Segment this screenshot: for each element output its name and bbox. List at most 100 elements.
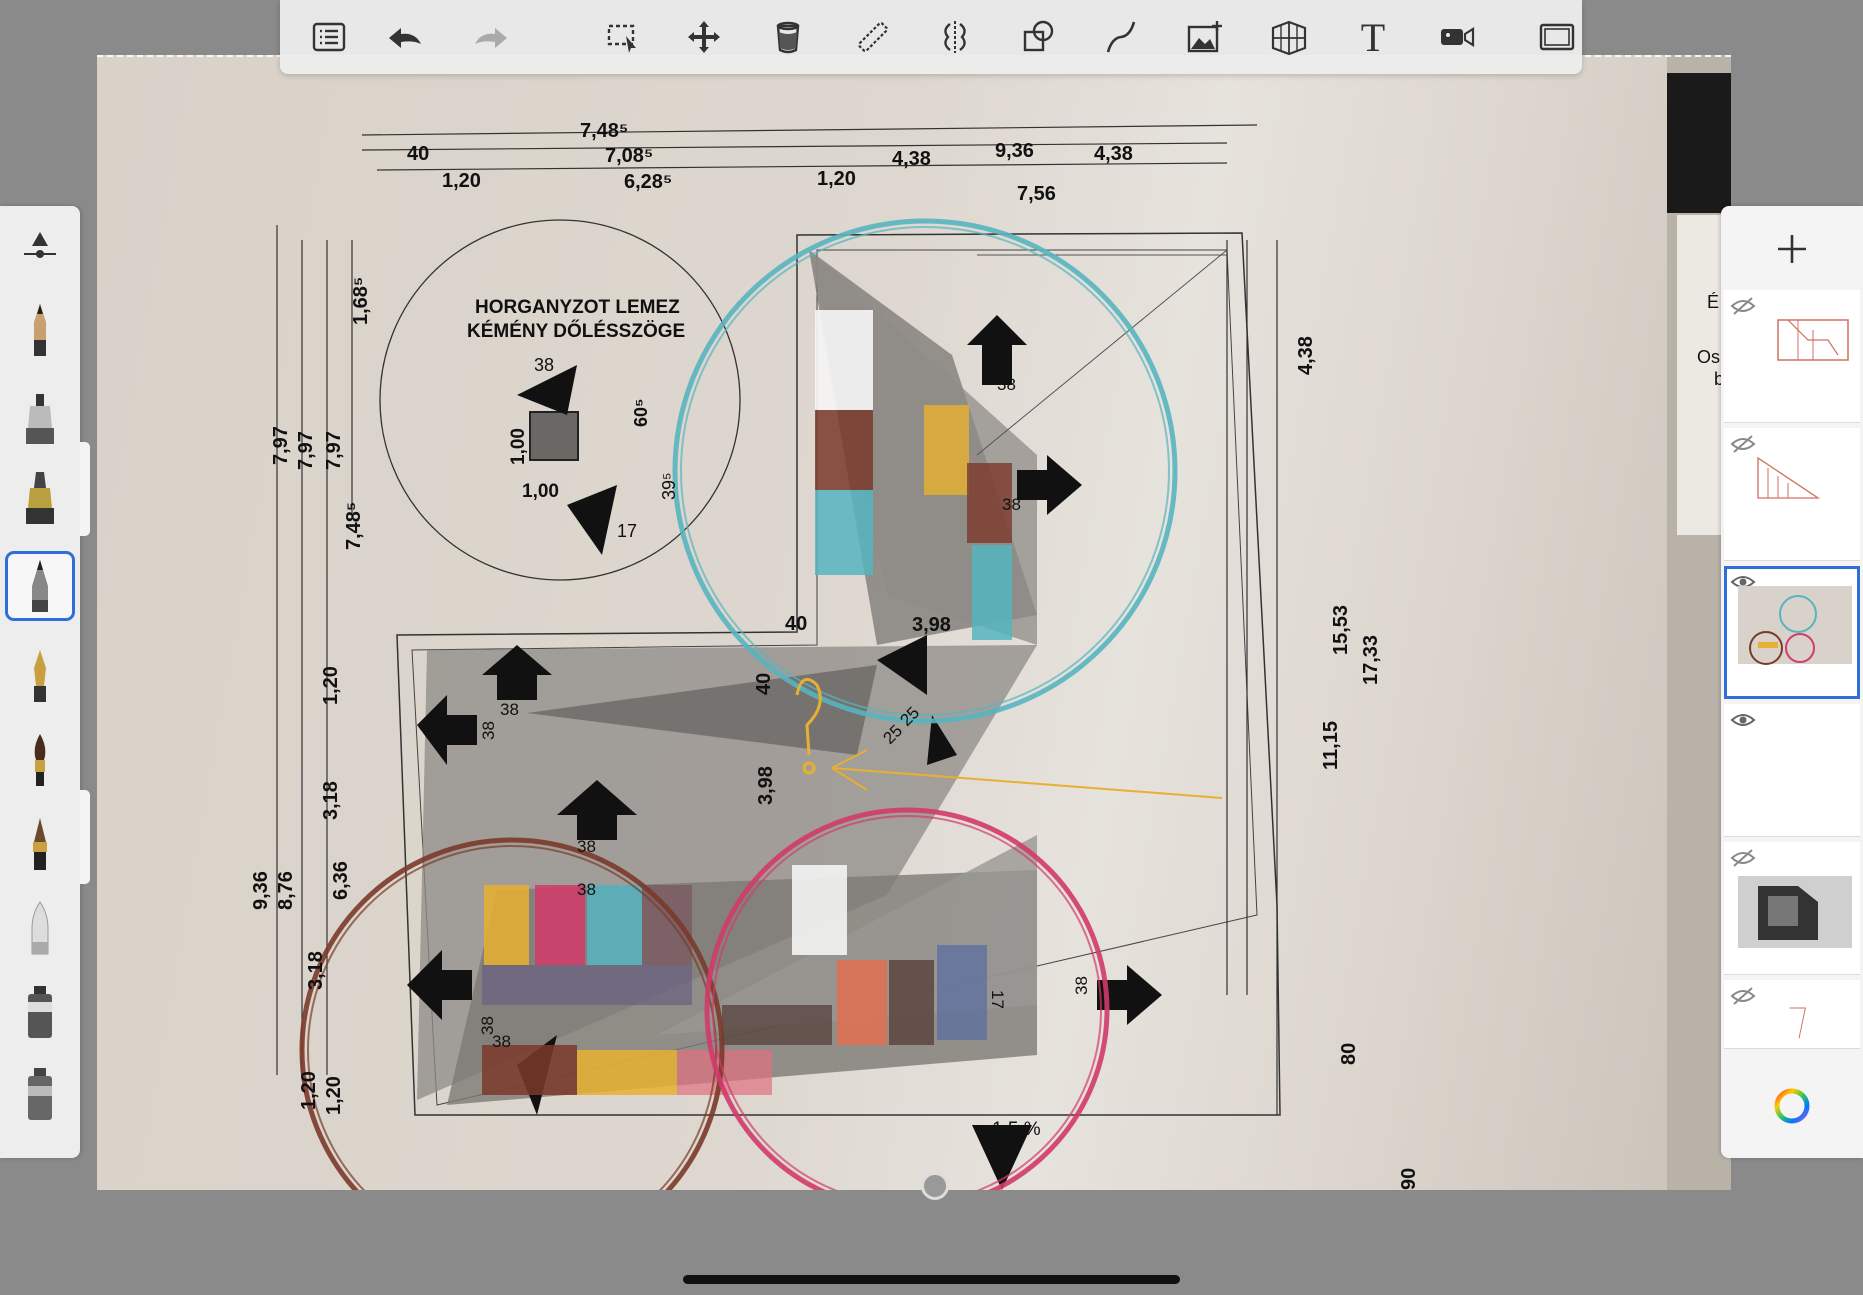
brush-size-control[interactable] — [8, 216, 72, 280]
curve-tool-button[interactable] — [1096, 12, 1146, 62]
dim-label: 38 — [577, 880, 596, 899]
eye-icon[interactable] — [1730, 710, 1756, 730]
side-text: Os — [1697, 347, 1720, 367]
video-icon — [1441, 27, 1475, 47]
paint-tube-brush[interactable] — [8, 1062, 72, 1126]
shapes-tool-button[interactable] — [1013, 12, 1063, 62]
dim-label: 60⁵ — [631, 399, 651, 427]
paint-tube-icon — [28, 1068, 52, 1120]
dim-label: 80 — [1338, 1043, 1360, 1065]
add-image-button[interactable] — [1180, 12, 1230, 62]
drawing-canvas[interactable]: 7,48⁵ 40 7,08⁵ 4,38 9,36 4,38 1,20 6,28⁵… — [97, 55, 1731, 1190]
dim-label: 38 — [500, 700, 519, 719]
dim-label: 4,38 — [1295, 336, 1317, 375]
dim-label: 1,20 — [817, 168, 856, 190]
dim-label: 6,28⁵ — [624, 171, 672, 193]
dim-label: 40 — [753, 673, 775, 695]
plus-icon — [1778, 235, 1806, 263]
chisel-brush-icon — [33, 818, 47, 870]
soft-eraser-brush[interactable] — [8, 896, 72, 960]
layer-thumbnail — [1789, 1007, 1806, 1039]
ruler-tool-button[interactable] — [848, 12, 898, 62]
redo-button[interactable] — [467, 12, 517, 62]
circle-title-line-1: HORGANYZOT LEMEZ — [475, 297, 680, 318]
layers-panel — [1721, 206, 1863, 1158]
marker-brush[interactable] — [8, 386, 72, 450]
dim-label: 7,48⁵ — [343, 502, 365, 550]
dim-label: 3,18 — [305, 951, 327, 990]
layer-list-button[interactable] — [304, 12, 354, 62]
perspective-tool-button[interactable] — [1264, 12, 1314, 62]
felt-marker-icon — [28, 986, 52, 1038]
layer-4-thumbnail[interactable] — [1724, 704, 1860, 837]
brush-size-icon — [24, 232, 56, 258]
dim-label: 38 — [577, 837, 596, 856]
side-text: É — [1707, 292, 1719, 312]
top-toolbar: T — [280, 0, 1582, 74]
dim-label: 38 — [479, 721, 498, 740]
dim-label: 38 — [492, 1032, 511, 1051]
dim-label: 3,18 — [320, 781, 342, 820]
ink-pen-brush[interactable] — [8, 644, 72, 708]
dim-label: 1,5 % — [992, 1119, 1041, 1140]
palette-scroll-handle[interactable] — [80, 442, 90, 536]
layer-3-thumbnail[interactable] — [1724, 566, 1860, 699]
time-lapse-button[interactable] — [1432, 12, 1482, 62]
dim-label: 25 — [896, 703, 923, 730]
airbrush-icon — [26, 472, 54, 524]
dim-label: 3,98 — [755, 766, 777, 805]
felt-marker-brush[interactable] — [8, 980, 72, 1044]
text-tool-button[interactable]: T — [1348, 12, 1398, 62]
add-image-icon — [1187, 21, 1222, 53]
home-indicator — [683, 1275, 1180, 1284]
layer-thumbnail — [1777, 319, 1849, 361]
layer-thumbnail — [1757, 456, 1821, 499]
layer-6-thumbnail[interactable] — [1724, 980, 1860, 1049]
fullscreen-icon — [1539, 23, 1575, 51]
transform-tool-button[interactable] — [679, 12, 729, 62]
undo-button[interactable] — [379, 12, 429, 62]
dim-label: 25 — [879, 721, 906, 748]
list-icon — [312, 22, 346, 52]
brush-palette — [0, 206, 80, 1158]
undo-icon — [389, 28, 421, 48]
pencil-brush[interactable] — [8, 298, 72, 362]
dim-label: 38 — [997, 375, 1016, 394]
layer-1-thumbnail[interactable] — [1724, 290, 1860, 423]
dim-label: 4,38 — [1094, 143, 1133, 165]
dim-label: 3,98 — [912, 614, 951, 636]
add-layer-button[interactable] — [1767, 224, 1817, 274]
dim-label: 90 — [1398, 1168, 1420, 1190]
paintbrush-brush[interactable] — [8, 728, 72, 792]
chisel-brush[interactable] — [8, 812, 72, 876]
dim-label: 1,20 — [323, 1076, 345, 1115]
dim-label: 1,68⁵ — [350, 277, 372, 325]
dim-label: 8,76 — [275, 871, 297, 910]
fullscreen-button[interactable] — [1532, 12, 1582, 62]
ballpoint-brush[interactable] — [5, 551, 75, 621]
dim-label: 1,00 — [508, 428, 529, 465]
airbrush-brush[interactable] — [8, 466, 72, 530]
dim-label: 38 — [1002, 495, 1021, 514]
dim-label: 6,36 — [330, 861, 352, 900]
palette-scroll-handle[interactable] — [80, 790, 90, 884]
dim-label: 1,20 — [442, 170, 481, 192]
dim-label: 9,36 — [995, 140, 1034, 162]
fill-tool-button[interactable] — [763, 12, 813, 62]
ballpoint-icon — [32, 560, 48, 612]
dim-label: 7,08⁵ — [605, 145, 653, 167]
dim-label: 4,38 — [892, 148, 931, 170]
selection-tool-button[interactable] — [598, 12, 648, 62]
dim-label: 7,56 — [1017, 183, 1056, 205]
color-wheel-button[interactable] — [1772, 1086, 1812, 1126]
symmetry-tool-button[interactable] — [930, 12, 980, 62]
layer-5-thumbnail[interactable] — [1724, 842, 1860, 975]
dim-label: 17,33 — [1360, 635, 1382, 685]
drawing-labels: 7,48⁵ 40 7,08⁵ 4,38 9,36 4,38 1,20 6,28⁵… — [250, 120, 1724, 1190]
redo-icon — [475, 28, 507, 48]
dim-label: 1,20 — [298, 1071, 320, 1110]
shapes-icon — [1023, 20, 1054, 52]
layer-2-thumbnail[interactable] — [1724, 428, 1860, 561]
canvas-rotate-handle[interactable] — [921, 1172, 949, 1200]
layer-thumbnail — [1738, 586, 1852, 665]
